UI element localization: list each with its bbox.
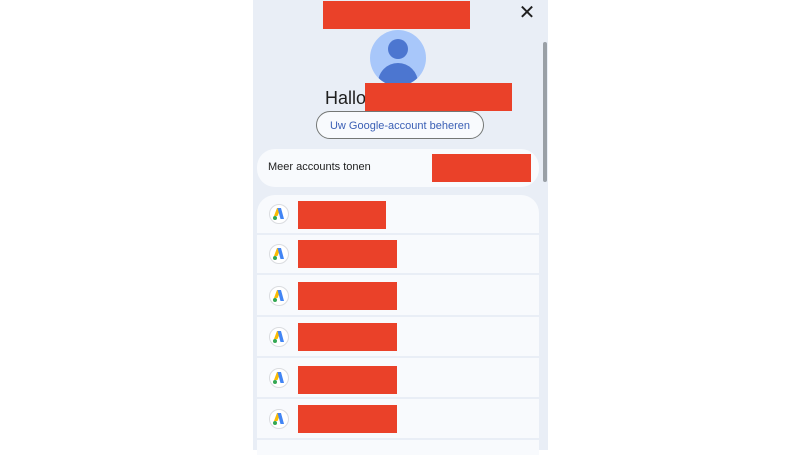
google-ads-icon	[269, 327, 289, 347]
avatar-head-shape	[388, 39, 408, 59]
redacted-account-name	[298, 366, 397, 394]
redacted-account-name	[298, 201, 386, 229]
redacted-user-name	[365, 83, 512, 111]
close-icon[interactable]: ✕	[516, 2, 538, 24]
google-ads-icon	[269, 244, 289, 264]
redacted-more-accounts-info	[432, 154, 531, 182]
avatar[interactable]	[370, 30, 426, 86]
google-ads-icon	[269, 286, 289, 306]
more-accounts-label: Meer accounts tonen	[268, 161, 371, 173]
redacted-account-name	[298, 323, 397, 351]
manage-account-button[interactable]: Uw Google-account beheren	[316, 111, 484, 139]
google-ads-icon	[269, 368, 289, 388]
scrollbar-thumb[interactable]	[543, 42, 547, 182]
google-ads-icon	[269, 204, 289, 224]
google-ads-icon	[269, 409, 289, 429]
redacted-account-name	[298, 405, 397, 433]
redacted-account-name	[298, 282, 397, 310]
redacted-email-header	[323, 1, 470, 29]
redacted-account-name	[298, 240, 397, 268]
